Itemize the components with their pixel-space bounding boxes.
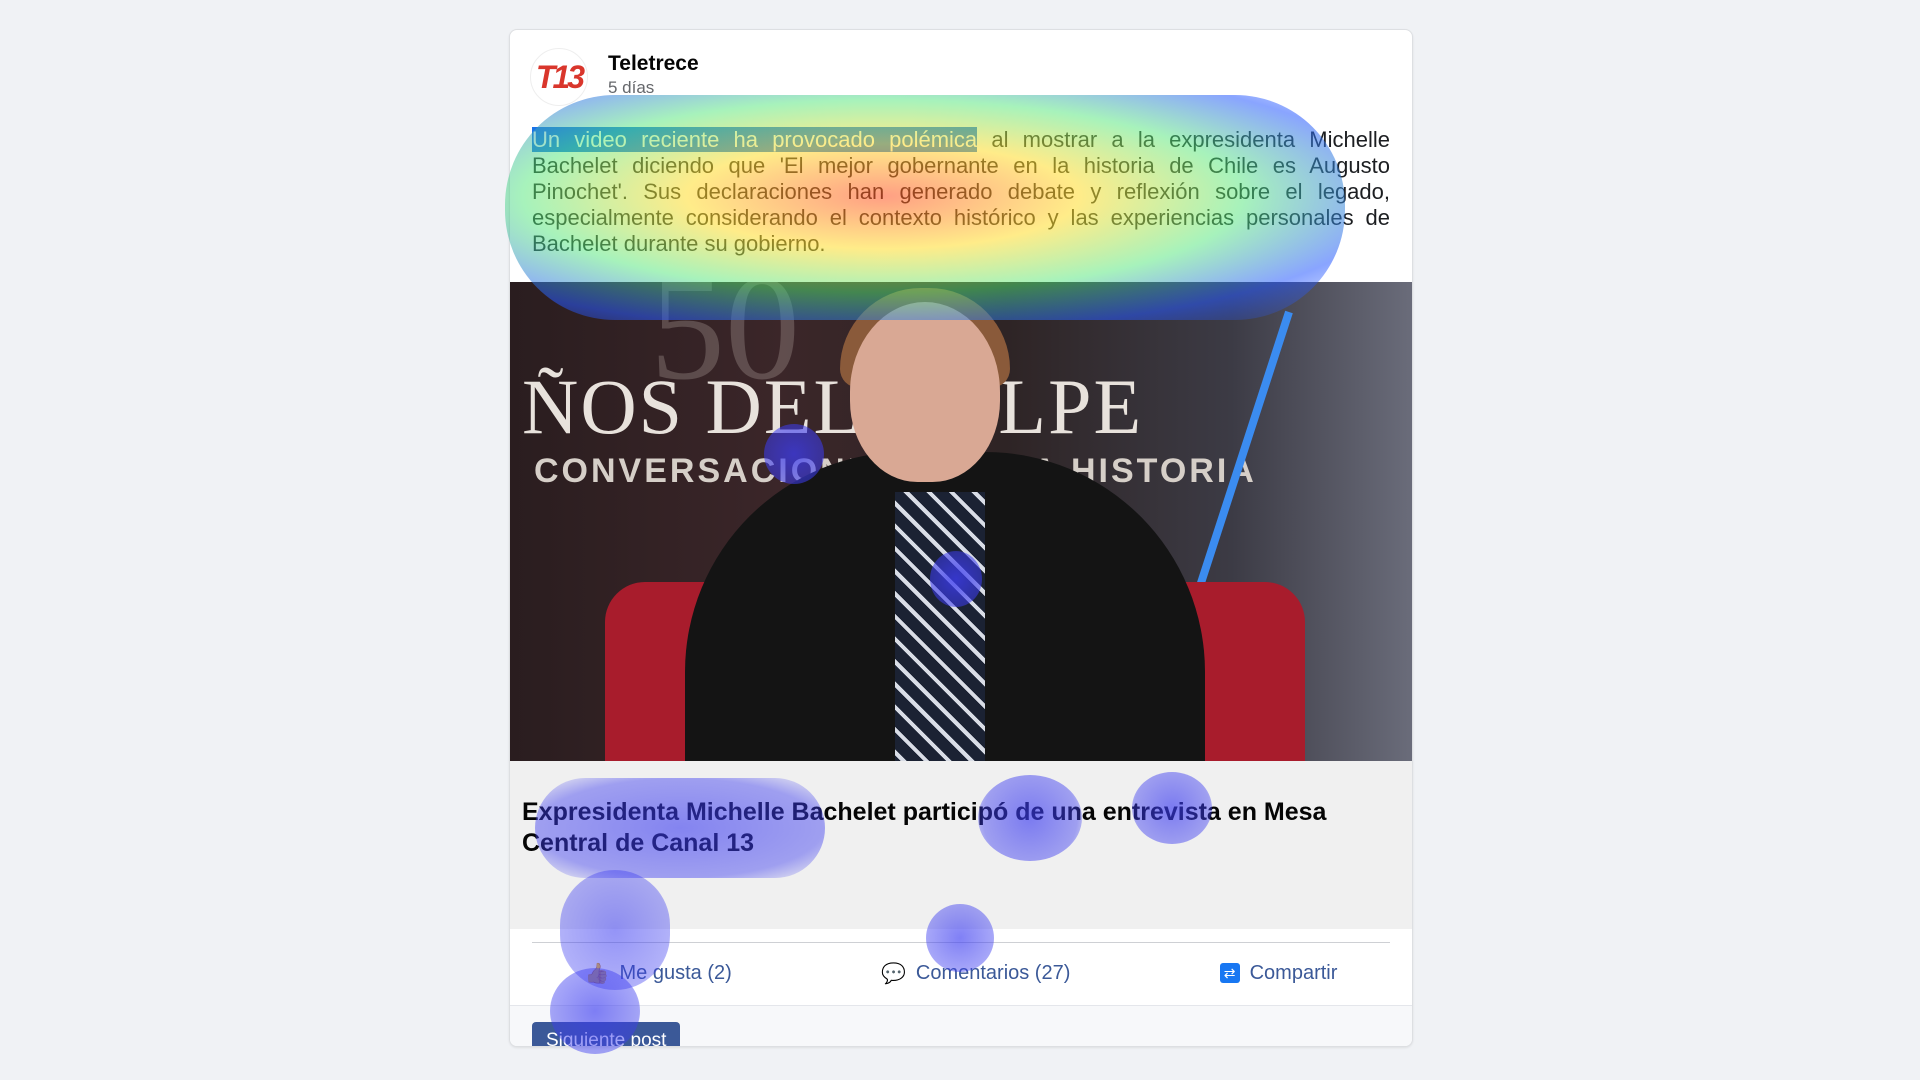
logo-text: T13 [535, 58, 585, 95]
post-image[interactable]: 50 ÑOS DEL GOLPE CONVERSACIONES CON LA H… [510, 282, 1412, 761]
thumbs-up-icon: 👍 [584, 962, 610, 985]
share-icon: ⇄ [1219, 963, 1240, 983]
comments-button[interactable]: 💬 Comentarios (27) [881, 961, 1070, 986]
comments-label: Comentarios (27) [915, 961, 1071, 984]
share-label: Compartir [1249, 961, 1338, 984]
person-head [850, 302, 1000, 482]
share-button[interactable]: ⇄ Compartir [1219, 961, 1338, 985]
page: T13 Teletrece 5 días Un video reciente h… [0, 0, 1920, 1080]
post-card: T13 Teletrece 5 días Un video reciente h… [509, 29, 1413, 1047]
author-block: Teletrece 5 días [608, 52, 699, 98]
post-author[interactable]: Teletrece [608, 52, 699, 76]
teletrece-logo[interactable]: T13 [530, 48, 588, 106]
link-preview[interactable]: Expresidenta Michelle Bachelet participó… [510, 761, 1412, 929]
action-bar: 👍 Me gusta (2) 💬 Comentarios (27) ⇄ Comp… [510, 942, 1412, 1004]
image-title-text: ÑOS DEL GOLPE [522, 363, 1144, 450]
like-button[interactable]: 👍 Me gusta (2) [585, 961, 732, 986]
next-post-button[interactable]: Siguiente post [532, 1022, 681, 1046]
link-title[interactable]: Expresidenta Michelle Bachelet participó… [522, 797, 1402, 859]
post-text: Un video reciente ha provocado polémica … [532, 127, 1390, 257]
post-header: T13 Teletrece 5 días [530, 48, 699, 108]
speech-bubble-icon: 💬 [880, 962, 906, 985]
card-footer: Siguiente post [510, 1005, 1412, 1046]
highlighted-text: Un video reciente ha provocado polémica [532, 127, 978, 152]
post-time: 5 días [608, 78, 655, 97]
like-label: Me gusta (2) [619, 961, 732, 984]
person-shirt [895, 492, 985, 761]
